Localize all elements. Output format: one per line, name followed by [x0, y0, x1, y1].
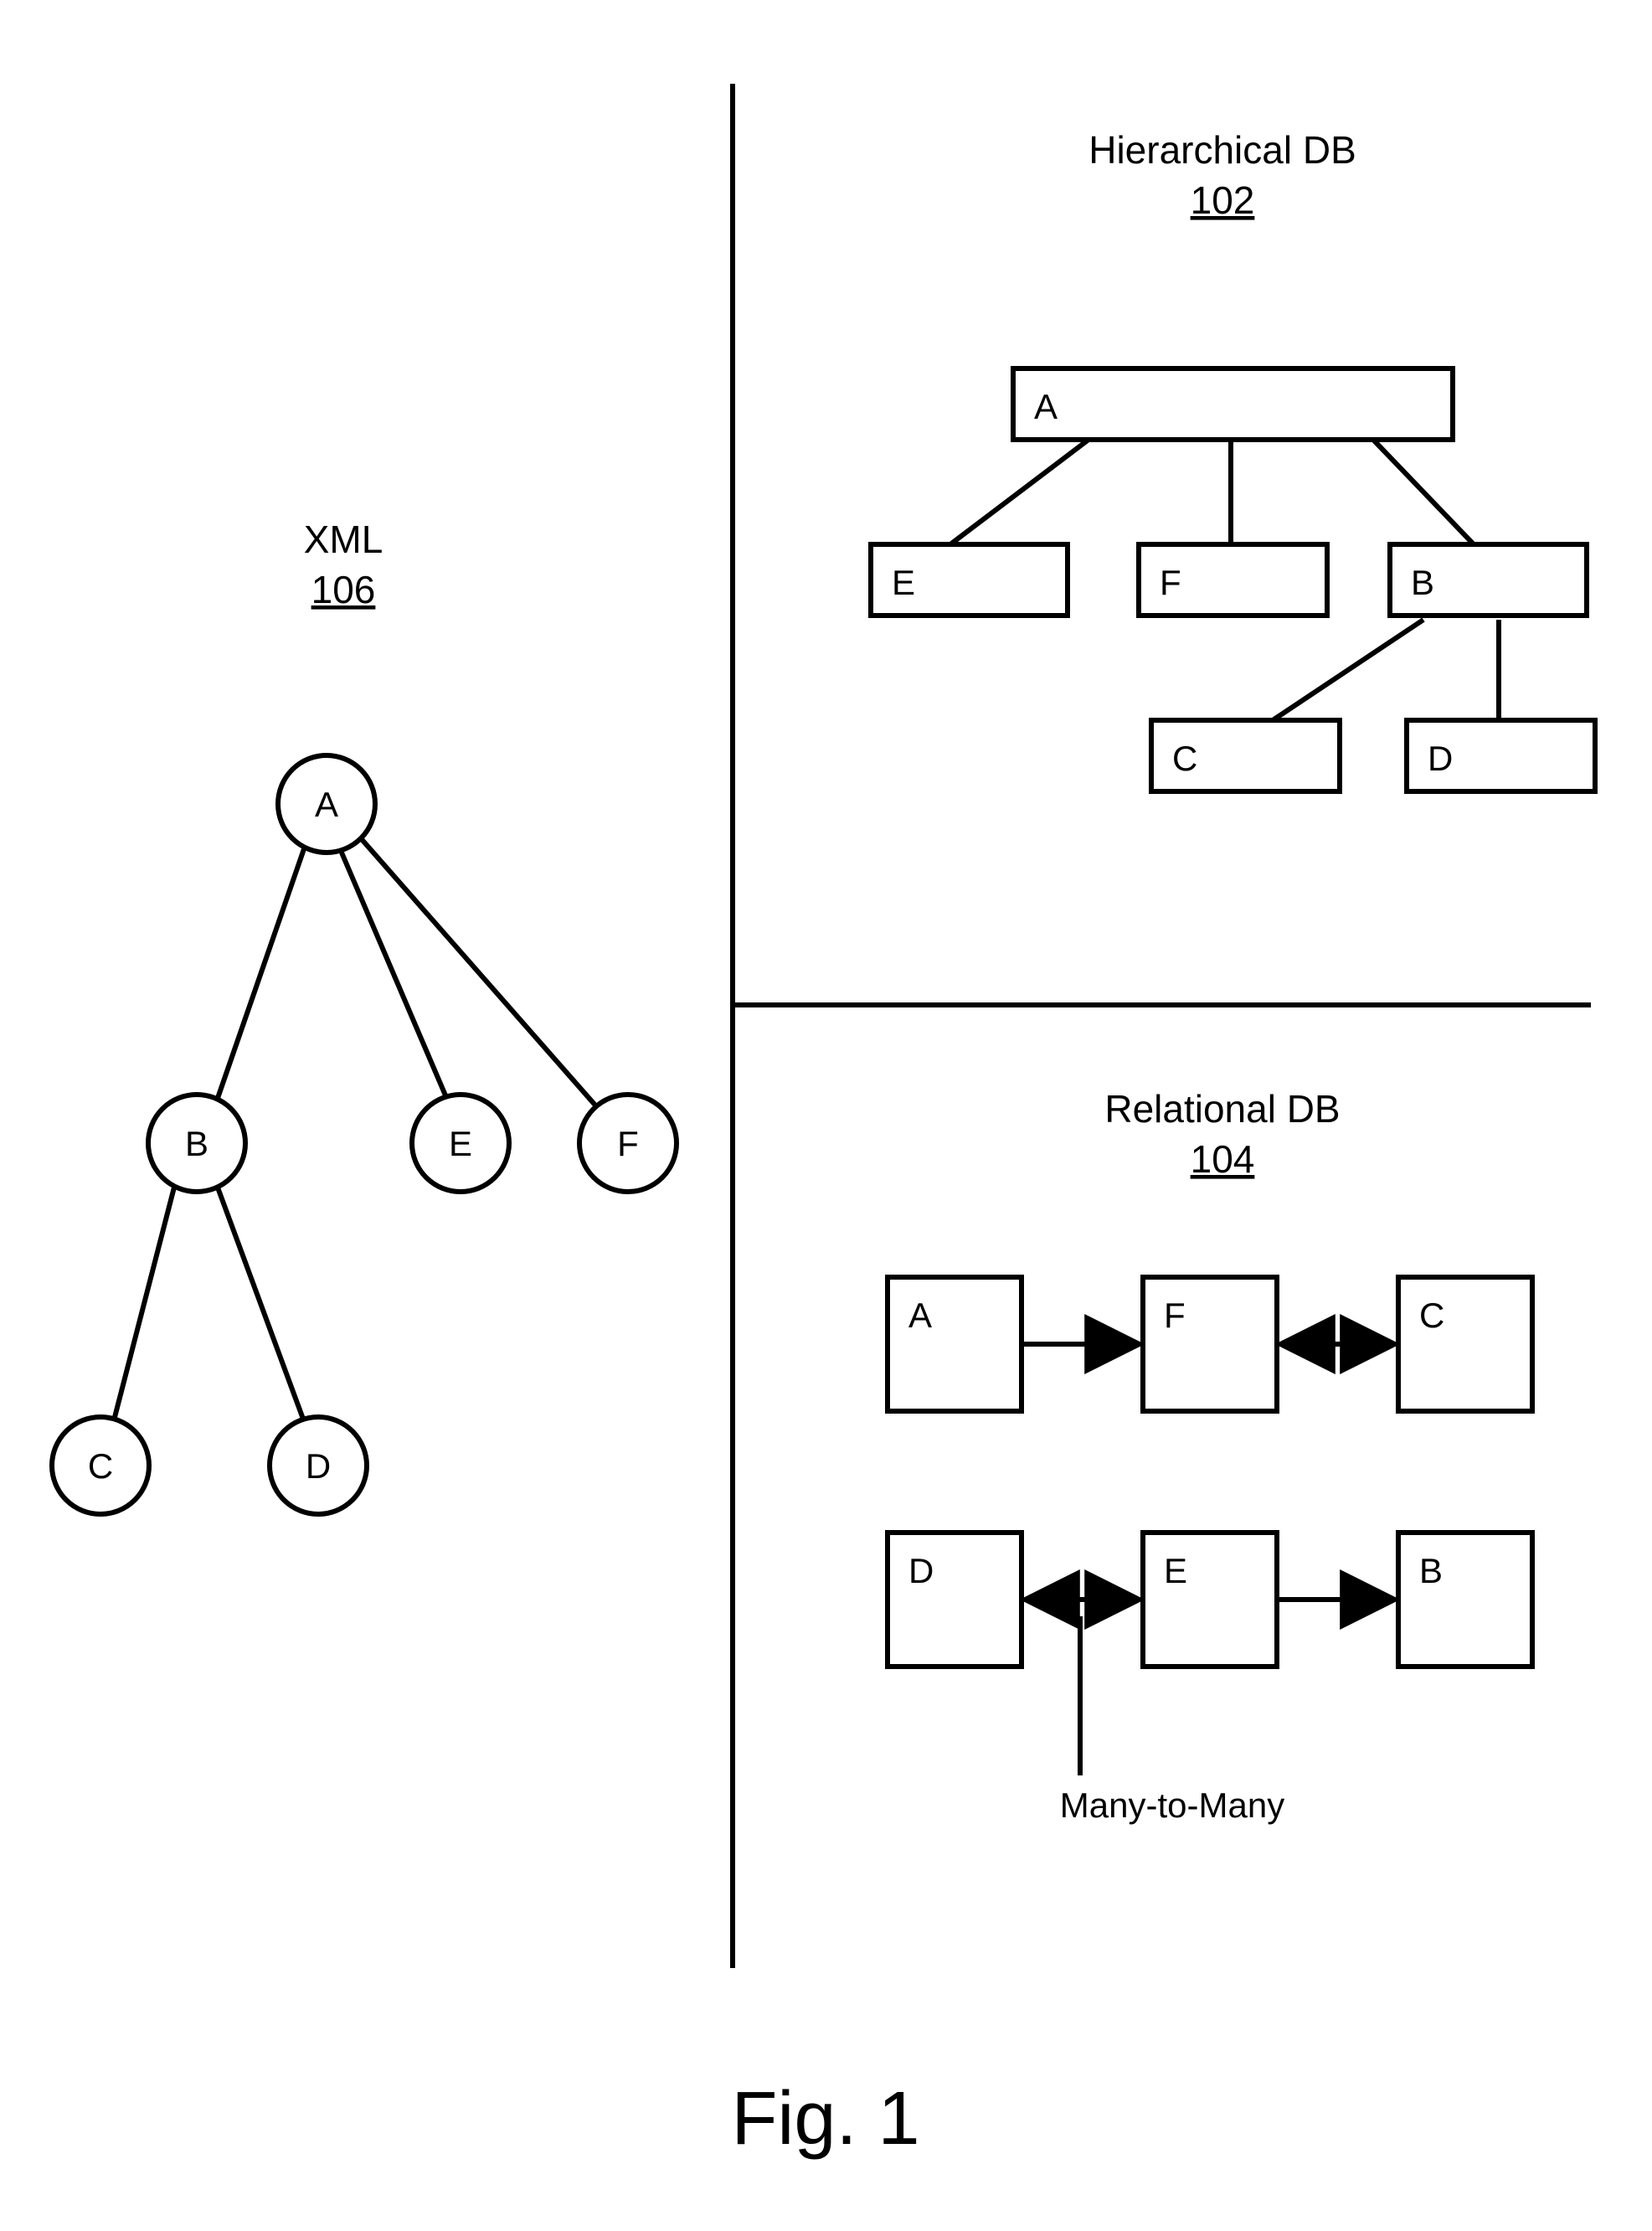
rel-ref: 104	[1191, 1137, 1255, 1181]
xml-node-C-label: C	[88, 1446, 113, 1486]
relational-panel: Relational DB 104 A F C D E B Many-to-Ma…	[888, 1087, 1532, 1825]
hier-node-A-label: A	[1034, 387, 1058, 426]
xml-edge-B-C	[113, 1181, 176, 1424]
hier-title: Hierarchical DB	[1088, 128, 1356, 172]
rel-node-E: E	[1143, 1533, 1277, 1667]
xml-node-D-label: D	[306, 1446, 331, 1486]
rel-node-D: D	[888, 1533, 1022, 1667]
xml-node-F: F	[579, 1095, 677, 1192]
hier-edge-B-C	[1273, 620, 1423, 720]
rel-node-F-label: F	[1164, 1296, 1186, 1335]
xml-ref: 106	[311, 568, 376, 611]
rel-node-D-label: D	[908, 1551, 934, 1590]
hier-node-A: A	[1013, 368, 1453, 440]
hier-node-F-label: F	[1160, 563, 1181, 602]
rel-node-F: F	[1143, 1277, 1277, 1411]
xml-edge-A-B	[216, 844, 306, 1103]
xml-title: XML	[304, 518, 383, 561]
hier-node-F: F	[1139, 544, 1327, 616]
rel-node-A-label: A	[908, 1296, 932, 1335]
hier-node-B-label: B	[1411, 563, 1434, 602]
xml-node-A-label: A	[315, 785, 338, 824]
rel-title: Relational DB	[1104, 1087, 1340, 1131]
hierarchical-panel: Hierarchical DB 102 A E F B C D	[871, 128, 1595, 791]
rel-m2m-label: Many-to-Many	[1060, 1785, 1284, 1825]
rel-node-C-label: C	[1419, 1296, 1444, 1335]
hier-edge-A-E	[950, 440, 1088, 544]
hier-node-E: E	[871, 544, 1068, 616]
hier-node-D-label: D	[1428, 739, 1453, 778]
hier-node-E-label: E	[892, 563, 915, 602]
xml-node-C: C	[52, 1417, 149, 1514]
xml-node-F-label: F	[617, 1124, 639, 1163]
xml-node-D: D	[270, 1417, 367, 1514]
xml-node-E: E	[412, 1095, 509, 1192]
hier-node-D: D	[1407, 720, 1595, 791]
xml-node-A: A	[278, 755, 375, 853]
hier-edge-A-B	[1373, 440, 1474, 544]
xml-node-E-label: E	[449, 1124, 472, 1163]
xml-edge-B-D	[218, 1188, 304, 1421]
rel-node-C: C	[1398, 1277, 1532, 1411]
hier-node-C-label: C	[1172, 739, 1197, 778]
figure-caption: Fig. 1	[731, 2077, 919, 2161]
hier-node-C: C	[1151, 720, 1340, 791]
xml-node-B-label: B	[185, 1124, 208, 1163]
rel-node-B-label: B	[1419, 1551, 1443, 1590]
xml-panel: XML 106 A B E F C D	[52, 518, 677, 1514]
xml-node-B: B	[148, 1095, 245, 1192]
xml-edge-A-E	[342, 853, 448, 1101]
hier-ref: 102	[1191, 178, 1255, 222]
rel-node-E-label: E	[1164, 1551, 1187, 1590]
hier-node-B: B	[1390, 544, 1587, 616]
figure-1-diagram: XML 106 A B E F C D Hierarchical DB 102 …	[0, 0, 1652, 2231]
rel-node-B: B	[1398, 1533, 1532, 1667]
rel-node-A: A	[888, 1277, 1022, 1411]
